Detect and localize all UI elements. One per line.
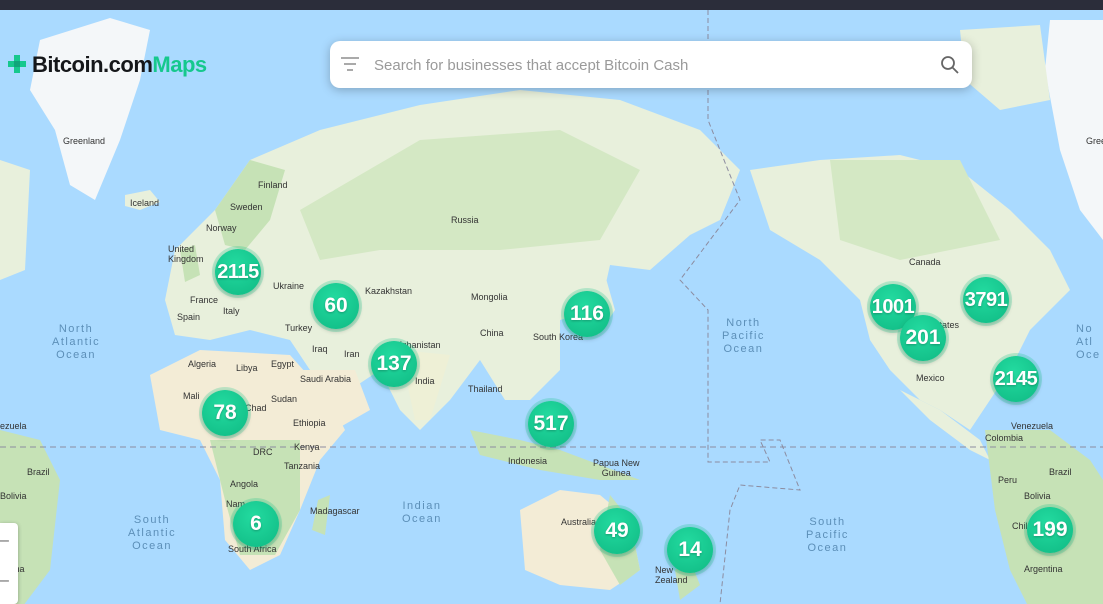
cluster-marker-southeast-asia[interactable]: 517 — [528, 401, 574, 447]
zoom-out-button[interactable]: – — [0, 571, 18, 591]
label-chad: Chad — [245, 403, 267, 413]
label-iraq: Iraq — [312, 344, 328, 354]
cluster-marker-south-america[interactable]: 199 — [1027, 507, 1073, 553]
cluster-marker-australia[interactable]: 49 — [594, 508, 640, 554]
label-iceland: Iceland — [130, 198, 160, 208]
cluster-marker-east-asia[interactable]: 116 — [564, 291, 610, 337]
label-colombia: Colombia — [985, 433, 1024, 443]
zoom-control: – – — [0, 523, 18, 604]
logo-text-accent: Maps — [152, 52, 207, 77]
label-argentina: Argentina — [1024, 564, 1063, 574]
label-turkey: Turkey — [285, 323, 313, 333]
cluster-marker-south-asia[interactable]: 137 — [371, 341, 417, 387]
label-brazil: Brazil — [1049, 467, 1072, 477]
label-saudi-arabia: Saudi Arabia — [300, 374, 352, 384]
label-sudan: Sudan — [271, 394, 298, 404]
label-iran: Iran — [344, 349, 360, 359]
cluster-marker-west-africa[interactable]: 78 — [202, 390, 248, 436]
cluster-marker-us-east[interactable]: 3791 — [963, 277, 1009, 323]
label-finland: Finland — [258, 180, 288, 190]
ocean-label-south-pacific: South Pacific Ocean — [806, 516, 849, 554]
logo-text-main: Bitcoin.com — [32, 52, 153, 77]
filter-icon[interactable] — [340, 55, 360, 73]
label-india: India — [415, 376, 435, 386]
search-icon[interactable] — [940, 55, 960, 75]
cluster-marker-europe[interactable]: 2115 — [215, 249, 261, 295]
label-spain: Spain — [177, 312, 201, 322]
ocean-label-north-pacific: North Pacific Ocean — [722, 317, 765, 355]
label-mongolia: Mongolia — [471, 292, 508, 302]
search-input[interactable] — [372, 41, 936, 90]
label-brazil-west: Brazil — [27, 467, 50, 477]
label-peru: Peru — [998, 475, 1018, 485]
label-drc: DRC — [253, 447, 273, 457]
label-australia: Australia — [561, 517, 597, 527]
label-greenland-east: Gree — [1086, 136, 1103, 146]
label-mexico: Mexico — [916, 373, 945, 383]
label-mali: Mali — [183, 391, 200, 401]
zoom-in-button[interactable]: – — [0, 531, 18, 551]
ocean-label-indian: Indian Ocean — [402, 500, 442, 525]
cluster-marker-south-africa[interactable]: 6 — [233, 501, 279, 547]
label-libya: Libya — [236, 363, 258, 373]
label-madagascar: Madagascar — [310, 506, 360, 516]
browser-top-bar — [0, 0, 1103, 10]
label-bolivia: Bolivia — [1024, 491, 1051, 501]
logo-mark-icon — [8, 55, 26, 73]
label-russia: Russia — [451, 215, 479, 225]
label-kazakhstan: Kazakhstan — [365, 286, 413, 296]
label-greenland: Greenland — [63, 136, 106, 146]
label-venezuela: Venezuela — [1011, 421, 1054, 431]
label-angola: Angola — [230, 479, 259, 489]
label-italy: Italy — [223, 306, 240, 316]
label-thailand: Thailand — [468, 384, 503, 394]
label-ukraine: Ukraine — [273, 281, 305, 291]
ocean-label-north-atlantic-east: No Atl Oce — [1076, 323, 1101, 361]
search-bar[interactable] — [330, 41, 972, 90]
cluster-marker-mexico[interactable]: 201 — [900, 315, 946, 361]
label-united-kingdom: United Kingdom — [168, 244, 204, 264]
logo-text: Bitcoin.comMaps — [32, 52, 207, 78]
label-egypt: Egypt — [271, 359, 295, 369]
label-sweden: Sweden — [230, 202, 263, 212]
label-norway: Norway — [206, 223, 237, 233]
label-papua-new-guinea: Papua New Guinea — [593, 458, 640, 478]
label-bolivia-west: Bolivia — [0, 491, 27, 501]
label-algeria: Algeria — [188, 359, 217, 369]
cluster-marker-new-zealand[interactable]: 14 — [667, 527, 713, 573]
world-map[interactable]: North Atlantic Ocean North Pacific Ocean… — [0, 10, 1103, 604]
label-indonesia: Indonesia — [508, 456, 548, 466]
ocean-label-south-atlantic: South Atlantic Ocean — [128, 514, 177, 552]
label-france: France — [190, 295, 219, 305]
label-canada: Canada — [909, 257, 941, 267]
label-tanzania: Tanzania — [284, 461, 321, 471]
label-kenya: Kenya — [294, 442, 320, 452]
label-venezuela-west: ezuela — [0, 421, 27, 431]
label-ethiopia: Ethiopia — [293, 418, 326, 428]
cluster-marker-caribbean[interactable]: 2145 — [993, 356, 1039, 402]
ocean-label-north-atlantic: North Atlantic Ocean — [52, 323, 101, 361]
cluster-marker-central-asia[interactable]: 60 — [313, 283, 359, 329]
app-logo[interactable]: Bitcoin.comMaps — [8, 52, 207, 78]
label-china: China — [480, 328, 504, 338]
